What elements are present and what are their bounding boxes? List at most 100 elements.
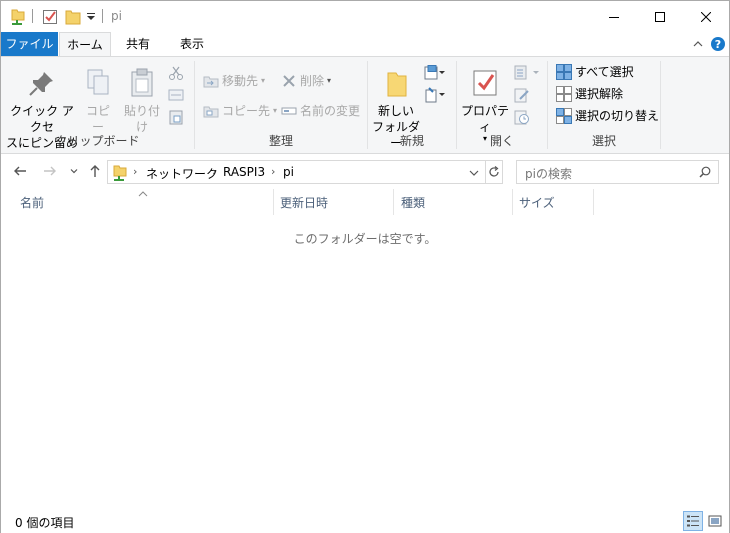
tab-share[interactable]: 共有 (115, 32, 161, 56)
column-type[interactable]: 種類 (401, 194, 425, 211)
paste-label: 貼り付け (123, 104, 160, 134)
new-item-button[interactable] (424, 65, 446, 84)
column-modified[interactable]: 更新日時 (280, 194, 328, 211)
rename-label: 名前の変更 (300, 104, 361, 118)
easy-access-button[interactable] (424, 87, 446, 106)
move-to-button[interactable]: 移動先 ▾ (203, 71, 265, 91)
help-icon: ? (711, 37, 725, 51)
column-divider[interactable] (593, 189, 594, 215)
title-separator (102, 9, 103, 23)
arrow-up-icon (90, 165, 100, 177)
invert-selection-icon (556, 108, 572, 124)
copy-to-icon (203, 106, 219, 118)
address-bar[interactable]: › ネットワーク › RASPI3 › pi (107, 160, 503, 184)
address-history-button[interactable] (468, 167, 480, 182)
select-all-label: すべて選択 (575, 65, 634, 79)
invert-selection-button[interactable]: 選択の切り替え (556, 106, 659, 126)
history-button[interactable] (514, 109, 530, 128)
network-folder-icon (10, 8, 26, 26)
chevron-down-icon (70, 169, 78, 174)
edit-icon (514, 88, 529, 103)
minimize-icon (609, 16, 619, 18)
edit-button[interactable] (514, 87, 530, 106)
ribbon: クイック アクセ スにピン留め コピー 貼り付け クリップボード 移動先 ▾ コ… (1, 56, 729, 154)
search-box[interactable]: piの検索 (516, 160, 719, 184)
tab-file[interactable]: ファイル (1, 32, 58, 56)
search-placeholder: piの検索 (525, 167, 572, 181)
sort-chevron-up-icon (138, 186, 148, 200)
breadcrumb-network[interactable]: ネットワーク (146, 165, 218, 182)
recent-locations-button[interactable] (65, 162, 83, 180)
back-button[interactable] (11, 162, 29, 180)
column-divider[interactable] (273, 189, 274, 215)
help-button[interactable]: ? (710, 36, 726, 52)
column-divider[interactable] (393, 189, 394, 215)
breadcrumb-separator-icon[interactable]: › (212, 165, 216, 178)
select-none-button[interactable]: 選択解除 (556, 84, 623, 104)
paste-shortcut-icon (169, 110, 183, 125)
large-icons-view-button[interactable] (705, 511, 725, 531)
search-icon[interactable] (699, 166, 711, 181)
open-button[interactable] (514, 65, 540, 84)
maximize-icon (655, 11, 665, 22)
select-group-label: 選択 (591, 134, 616, 148)
copy-button[interactable]: コピー (81, 67, 115, 135)
rename-icon (281, 107, 297, 115)
address-divider (485, 161, 486, 183)
refresh-button[interactable] (488, 166, 500, 181)
select-all-icon (556, 64, 572, 80)
column-divider[interactable] (512, 189, 513, 215)
breadcrumb-raspi3[interactable]: RASPI3 (223, 165, 265, 179)
copy-path-icon (168, 89, 184, 101)
select-all-button[interactable]: すべて選択 (556, 62, 634, 82)
explorer-window: pi ファイル ホーム 共有 表示 ? クイック アクセ スにピン留め コピー … (0, 0, 730, 533)
properties-quick-icon[interactable] (42, 8, 58, 26)
column-name[interactable]: 名前 (20, 194, 44, 211)
collapse-ribbon-button[interactable] (690, 36, 706, 52)
new-folder-quick-icon[interactable] (65, 8, 81, 26)
customize-quick-access-icon[interactable] (86, 10, 96, 28)
clipboard-group-label: クリップボード (55, 134, 140, 148)
open-group: プロパティ ▾ 開く (457, 57, 547, 153)
copy-label: コピー (85, 104, 110, 134)
chevron-down-icon (469, 170, 479, 176)
invert-selection-label: 選択の切り替え (575, 109, 660, 123)
arrow-right-icon (44, 166, 56, 176)
paste-shortcut-button[interactable] (168, 109, 184, 128)
svg-text:?: ? (715, 38, 721, 51)
pin-label-line1: クイック アクセ (10, 104, 74, 134)
clipboard-group: クイック アクセ スにピン留め コピー 貼り付け クリップボード (1, 57, 194, 153)
organize-group: 移動先 ▾ コピー先 ▾ 削除 ▾ 名前の変更 整理 (195, 57, 367, 153)
rename-button[interactable]: 名前の変更 (281, 101, 360, 121)
navigation-bar: › ネットワーク › RASPI3 › pi piの検索 (1, 155, 729, 188)
forward-button[interactable] (41, 162, 59, 180)
tab-view[interactable]: 表示 (167, 32, 217, 56)
breadcrumb-separator-icon[interactable]: › (133, 165, 137, 178)
cut-button[interactable] (168, 65, 184, 84)
select-none-label: 選択解除 (575, 87, 624, 101)
minimize-button[interactable] (591, 1, 637, 32)
maximize-button[interactable] (637, 1, 683, 32)
breadcrumb-pi[interactable]: pi (283, 165, 294, 179)
new-folder-icon (387, 72, 407, 97)
empty-folder-message: このフォルダーは空です。 (293, 232, 437, 246)
ribbon-separator (660, 61, 661, 149)
tab-home[interactable]: ホーム (59, 32, 111, 57)
properties-icon (473, 70, 497, 96)
properties-label: プロパティ (460, 104, 509, 134)
details-view-button[interactable] (683, 511, 703, 531)
new-item-icon (424, 65, 445, 80)
copy-path-button[interactable] (168, 87, 184, 106)
open-group-label: 開く (489, 134, 514, 148)
up-button[interactable] (86, 162, 104, 180)
paste-icon (131, 68, 153, 97)
delete-button[interactable]: 削除 ▾ (281, 71, 331, 91)
close-button[interactable] (683, 1, 729, 32)
delete-label: 削除 (300, 74, 325, 88)
paste-button[interactable]: 貼り付け (119, 67, 165, 135)
breadcrumb-separator-icon[interactable]: › (271, 165, 275, 178)
copy-to-button[interactable]: コピー先 ▾ (203, 101, 277, 121)
column-size[interactable]: サイズ (519, 194, 555, 211)
new-folder-label-line1: 新しい (377, 104, 414, 118)
open-icon (514, 65, 539, 80)
